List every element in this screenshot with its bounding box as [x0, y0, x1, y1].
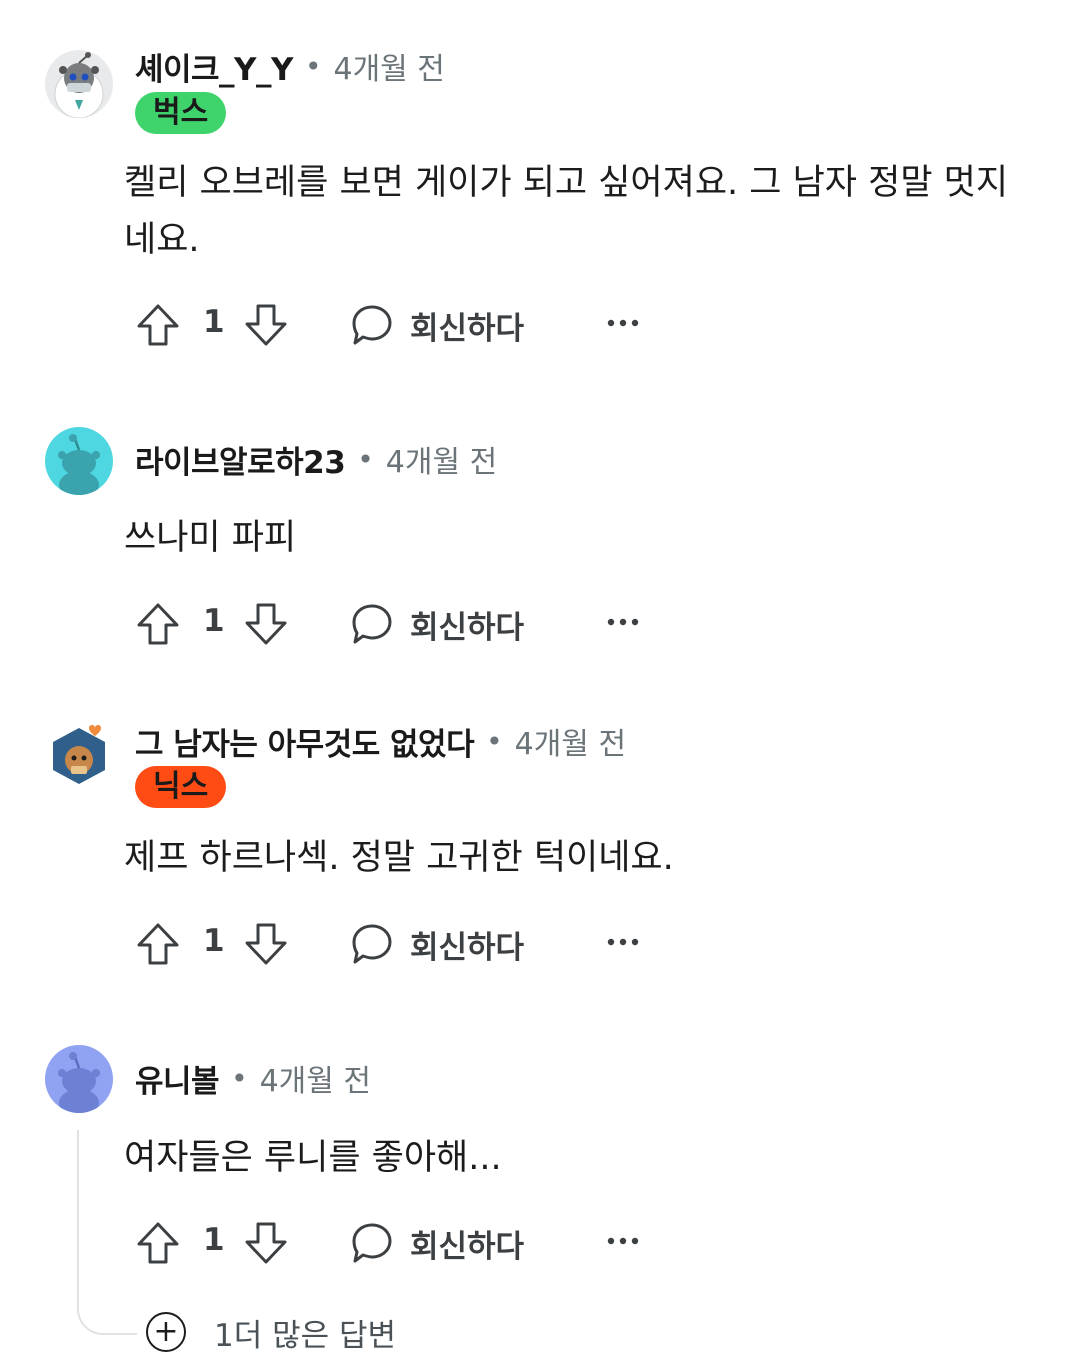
vote-count: 1	[203, 923, 225, 959]
username[interactable]: 유니볼	[135, 1056, 220, 1101]
snoo-hexagon-icon	[45, 722, 113, 790]
reply-label: 회신하다	[410, 929, 525, 966]
speech-bubble-icon	[352, 604, 392, 644]
user-flair: 벅스	[135, 92, 227, 134]
username[interactable]: 그 남자는 아무것도 없었다	[135, 719, 475, 764]
reply-button[interactable]: 회신하다	[350, 599, 524, 649]
user-flair: 닉스	[135, 766, 227, 808]
timestamp: 4개월 전	[333, 52, 445, 87]
comment-actions: 1 회신하다	[135, 599, 655, 649]
comment-body: 여자들은 루니를 좋아해...	[124, 1138, 502, 1178]
more-replies-label: 1더 많은 답변	[214, 1317, 397, 1354]
comment-header: 그 남자는 아무것도 없었다 • 4개월 전	[135, 719, 627, 764]
reply-button[interactable]: 회신하다	[350, 1218, 524, 1268]
downvote-icon[interactable]	[243, 302, 289, 348]
speech-bubble-icon	[352, 305, 392, 345]
upvote-icon[interactable]	[135, 1220, 181, 1266]
username[interactable]: 셰이크_Y_Y	[135, 44, 293, 89]
separator-dot: •	[304, 49, 322, 83]
username[interactable]: 라이브알로하23	[135, 437, 346, 482]
reply-button[interactable]: 회신하다	[350, 919, 524, 969]
comment-actions: 1 회신하다	[135, 919, 655, 969]
comment-header: 라이브알로하23 • 4개월 전	[135, 437, 498, 482]
comment-header: 셰이크_Y_Y • 4개월 전	[135, 44, 445, 89]
more-options-icon[interactable]	[605, 607, 641, 637]
user-avatar[interactable]	[45, 722, 113, 790]
reply-label: 회신하다	[410, 1228, 525, 1265]
user-avatar[interactable]	[45, 50, 113, 118]
more-options-icon[interactable]	[605, 308, 641, 338]
separator-dot: •	[231, 1061, 248, 1095]
comment-actions: 1 회신하다	[135, 300, 655, 350]
comment-body: 쓰나미 파피	[124, 518, 297, 558]
more-options-icon[interactable]	[605, 1226, 641, 1256]
thread-line	[77, 1130, 137, 1335]
speech-bubble-icon	[352, 1223, 392, 1263]
upvote-icon[interactable]	[135, 302, 181, 348]
comment-body: 제프 하르나섹. 정말 고귀한 턱이네요.	[124, 838, 674, 878]
snoo-blue-icon	[45, 1045, 113, 1113]
snoo-teal-icon	[45, 427, 113, 495]
snoo-masked-icon	[45, 50, 113, 118]
reply-label: 회신하다	[410, 310, 525, 347]
downvote-icon[interactable]	[243, 601, 289, 647]
separator-dot: •	[486, 724, 503, 758]
timestamp: 4개월 전	[259, 1064, 372, 1099]
reply-button[interactable]: 회신하다	[350, 300, 524, 350]
plus-circle-icon: +	[146, 1312, 186, 1352]
comment-header: 유니볼 • 4개월 전	[135, 1056, 372, 1101]
vote-count: 1	[203, 603, 225, 639]
vote-count: 1	[203, 304, 225, 340]
upvote-icon[interactable]	[135, 921, 181, 967]
comment-actions: 1 회신하다	[135, 1218, 655, 1268]
timestamp: 4개월 전	[514, 727, 627, 762]
downvote-icon[interactable]	[243, 1220, 289, 1266]
downvote-icon[interactable]	[243, 921, 289, 967]
more-replies-button[interactable]: + 1더 많은 답변	[146, 1308, 396, 1356]
separator-dot: •	[357, 442, 374, 476]
more-options-icon[interactable]	[605, 927, 641, 957]
timestamp: 4개월 전	[385, 445, 498, 480]
user-avatar[interactable]	[45, 427, 113, 495]
speech-bubble-icon	[352, 924, 392, 964]
vote-count: 1	[203, 1222, 225, 1258]
comment-body: 켈리 오브레를 보면 게이가 되고 싶어져요. 그 남자 정말 멋지네요.	[124, 163, 1009, 260]
upvote-icon[interactable]	[135, 601, 181, 647]
user-avatar[interactable]	[45, 1045, 113, 1113]
reply-label: 회신하다	[410, 609, 525, 646]
